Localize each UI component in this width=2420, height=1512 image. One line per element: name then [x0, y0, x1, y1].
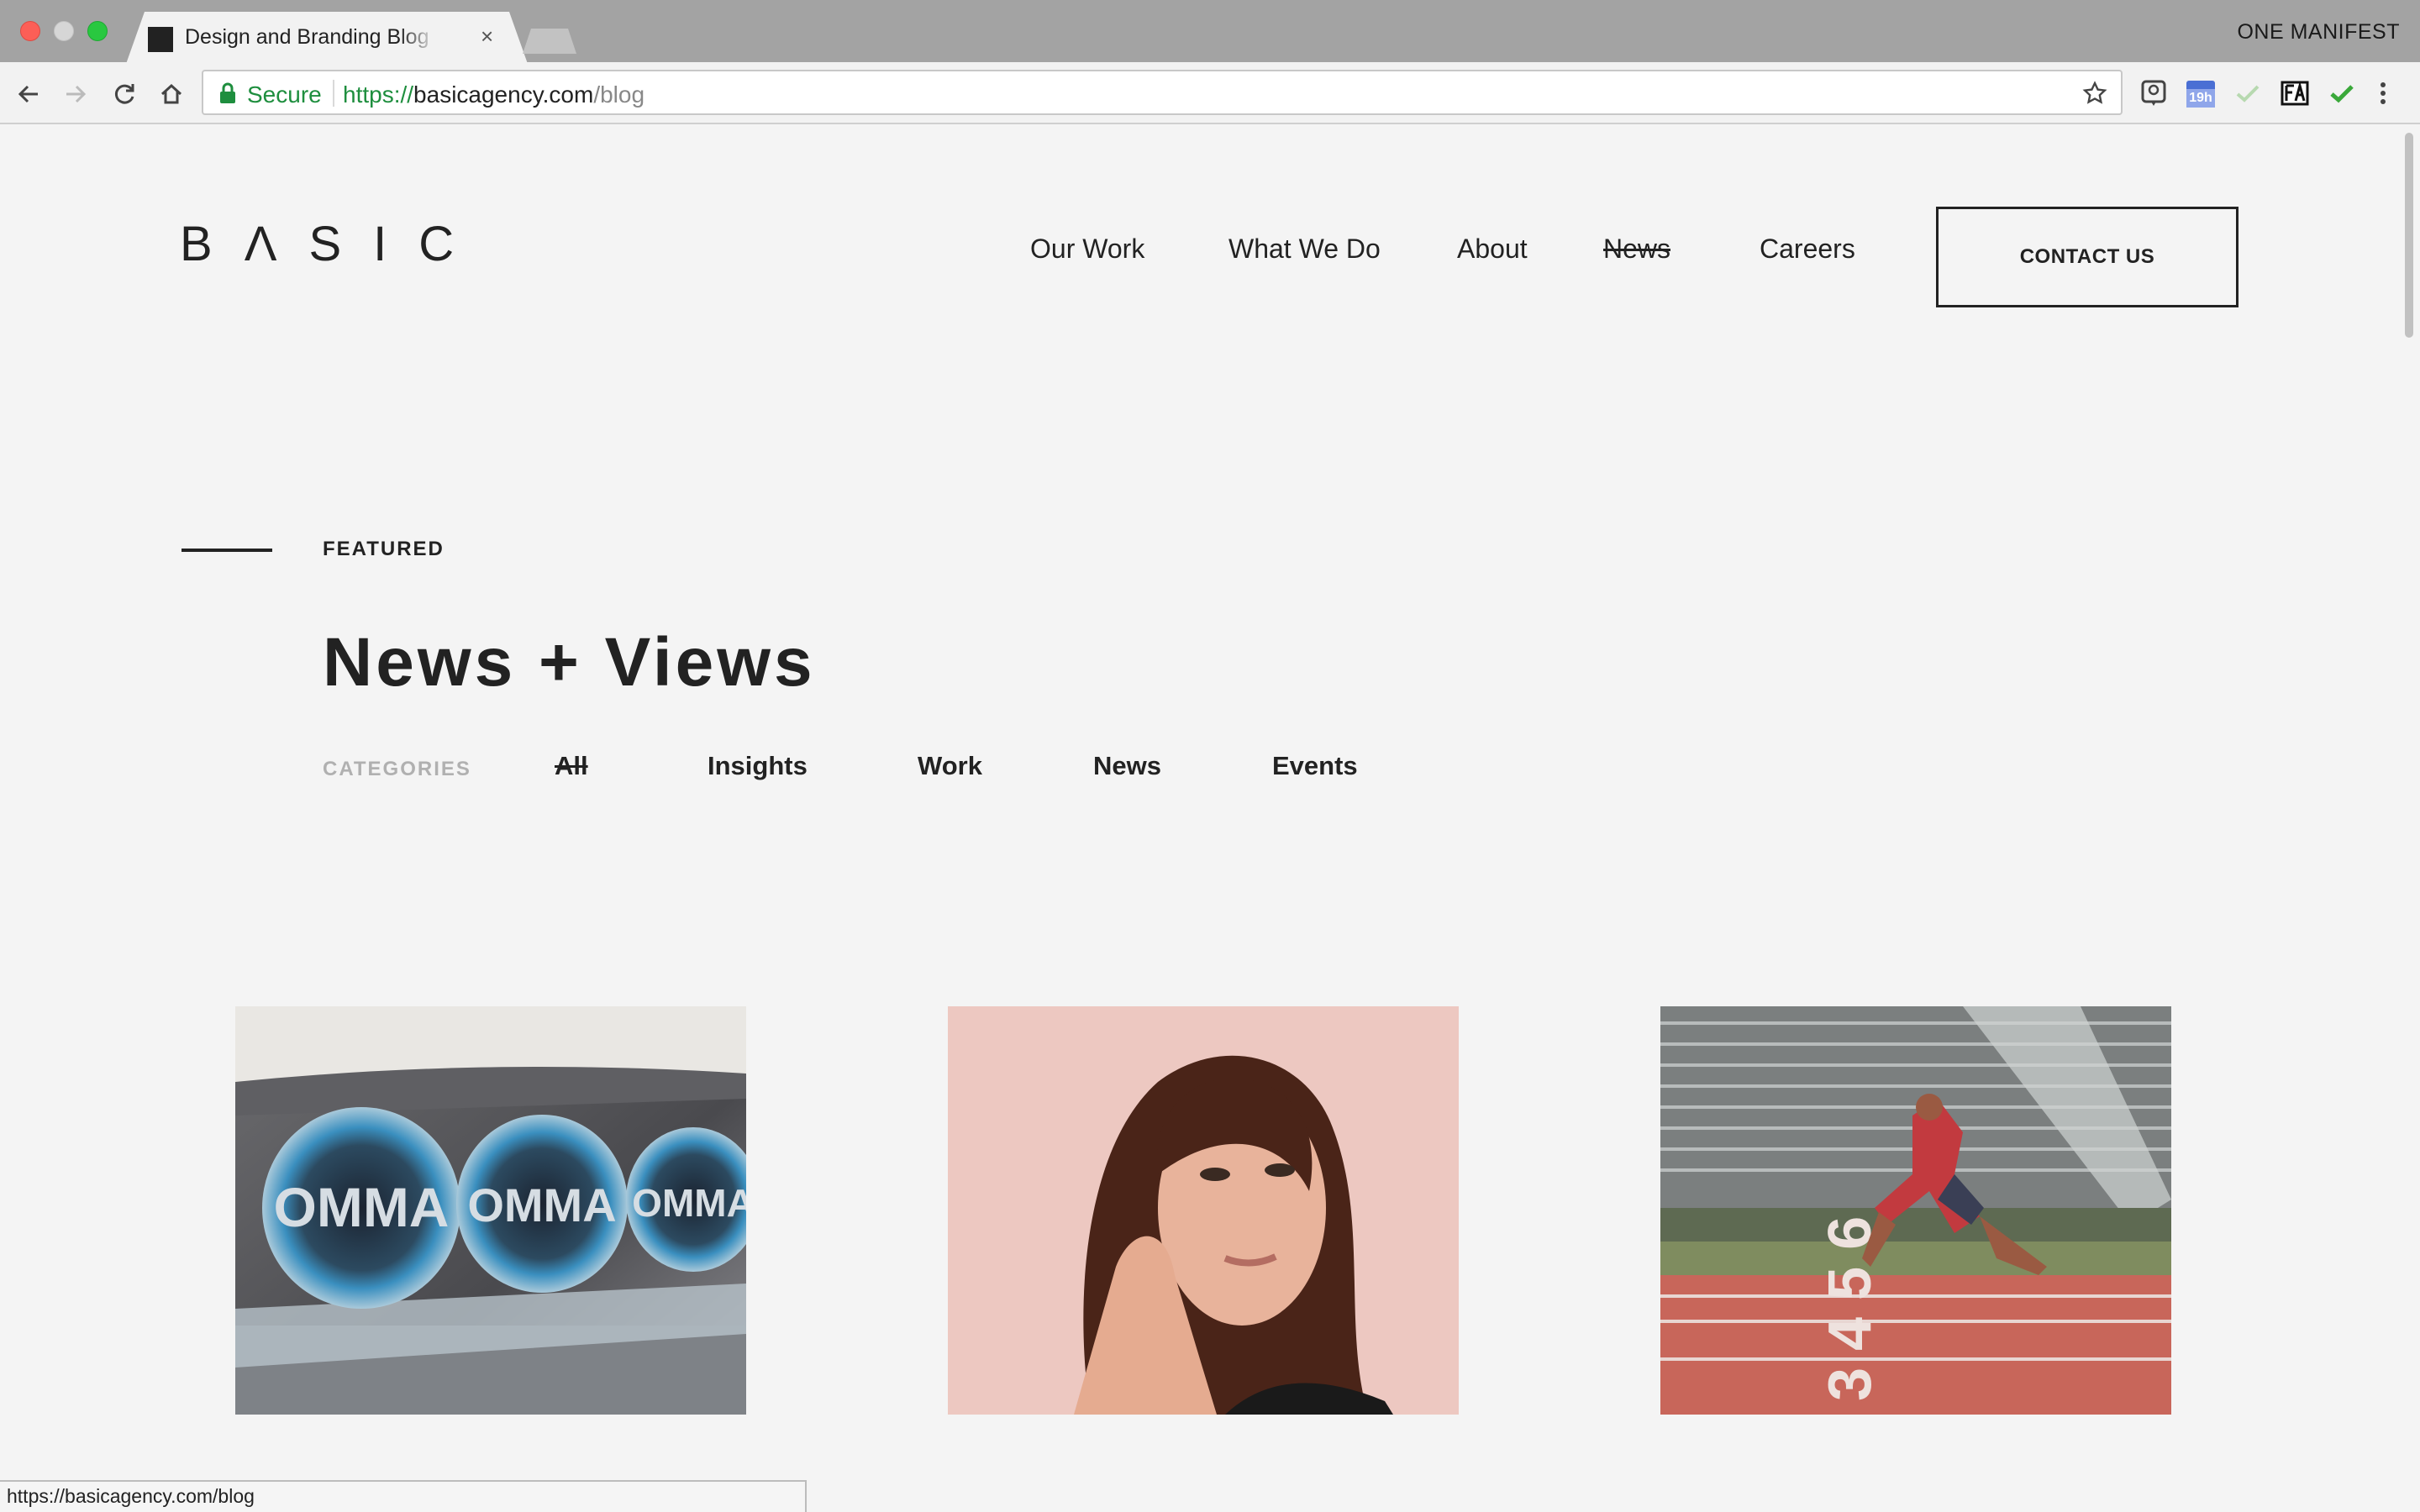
category-news[interactable]: News: [1093, 751, 1161, 781]
address-bar[interactable]: Secure https://basicagency.com/blog: [202, 70, 2123, 115]
featured-divider: [182, 549, 272, 552]
check-green-icon[interactable]: [2328, 79, 2356, 108]
basic-logo[interactable]: B Λ S I C: [180, 217, 487, 271]
nav-careers[interactable]: Careers: [1760, 234, 1855, 265]
url-path: /blog: [593, 81, 645, 108]
forward-button[interactable]: [59, 77, 92, 111]
logo-letter: C: [418, 217, 487, 271]
menu-dots-icon[interactable]: [2375, 79, 2391, 108]
omma-trophy-text: OMMA: [274, 1176, 450, 1238]
minimize-window-button[interactable]: [54, 21, 74, 41]
tab-close-icon[interactable]: ×: [481, 24, 493, 50]
categories-label: CATEGORIES: [323, 758, 471, 780]
logo-letter: S: [308, 217, 374, 271]
nav-our-work[interactable]: Our Work: [1030, 234, 1144, 265]
profile-name[interactable]: ONE MANIFEST: [2237, 20, 2400, 45]
back-arrow-icon: [18, 85, 38, 103]
logo-letter: I: [373, 217, 419, 271]
close-window-button[interactable]: [20, 21, 40, 41]
page-viewport: B Λ S I C Our Work What We Do About News…: [0, 126, 2420, 1512]
url-text[interactable]: https://basicagency.com/blog: [343, 81, 644, 108]
address-divider: [333, 80, 334, 107]
home-icon: [160, 83, 182, 104]
lightbulb-icon[interactable]: [2139, 79, 2168, 108]
tab-title: Design and Branding Blog | BASIC: [185, 25, 437, 49]
nav-what-we-do[interactable]: What We Do: [1228, 234, 1381, 265]
featured-label: FEATURED: [323, 538, 445, 560]
browser-toolbar: Secure https://basicagency.com/blog 19h: [0, 62, 2420, 124]
omma-trophy-text: OMMA: [632, 1181, 746, 1225]
reload-icon: [114, 84, 134, 104]
omma-awards-photo[interactable]: OMMA OMMA OMMA: [235, 1006, 746, 1415]
fa-icon[interactable]: [2281, 79, 2309, 108]
logo-letter: B: [180, 217, 245, 271]
calendar-badge: 19h: [2189, 91, 2212, 105]
contact-us-button[interactable]: CONTACT US: [1936, 207, 2238, 307]
nav-about[interactable]: About: [1457, 234, 1528, 265]
window-titlebar: Design and Branding Blog | BASIC × ONE M…: [0, 0, 2420, 64]
bookmark-star-icon[interactable]: [2082, 81, 2107, 106]
woman-portrait-photo[interactable]: [948, 1006, 1459, 1415]
back-button[interactable]: [12, 77, 45, 111]
scrollbar[interactable]: [2405, 133, 2413, 338]
url-host: basicagency.com: [413, 81, 594, 108]
page-title: News + Views: [323, 624, 816, 701]
check-gray-icon[interactable]: [2233, 79, 2262, 108]
category-events[interactable]: Events: [1272, 751, 1358, 781]
logo-letter: Λ: [244, 217, 309, 271]
category-insights[interactable]: Insights: [708, 751, 808, 781]
calendar-icon[interactable]: 19h: [2186, 79, 2215, 108]
reload-button[interactable]: [108, 77, 141, 111]
zoom-window-button[interactable]: [87, 21, 108, 41]
sprinter-track-photo[interactable]: 3 4 5 6: [1660, 1006, 2171, 1415]
url-scheme: https://: [343, 81, 414, 108]
lock-icon: [220, 82, 235, 103]
nav-news[interactable]: News: [1603, 234, 1670, 265]
new-tab-button[interactable]: [523, 29, 576, 54]
home-button[interactable]: [155, 77, 188, 111]
browser-tab-active[interactable]: Design and Branding Blog | BASIC ×: [126, 12, 528, 64]
category-work[interactable]: Work: [918, 751, 982, 781]
omma-trophy-text: OMMA: [467, 1179, 616, 1231]
forward-arrow-icon: [66, 85, 87, 103]
secure-label: Secure: [247, 81, 322, 108]
status-url-bubble: https://basicagency.com/blog: [0, 1480, 807, 1512]
favicon-icon: [148, 27, 173, 52]
category-all[interactable]: All: [555, 751, 588, 781]
